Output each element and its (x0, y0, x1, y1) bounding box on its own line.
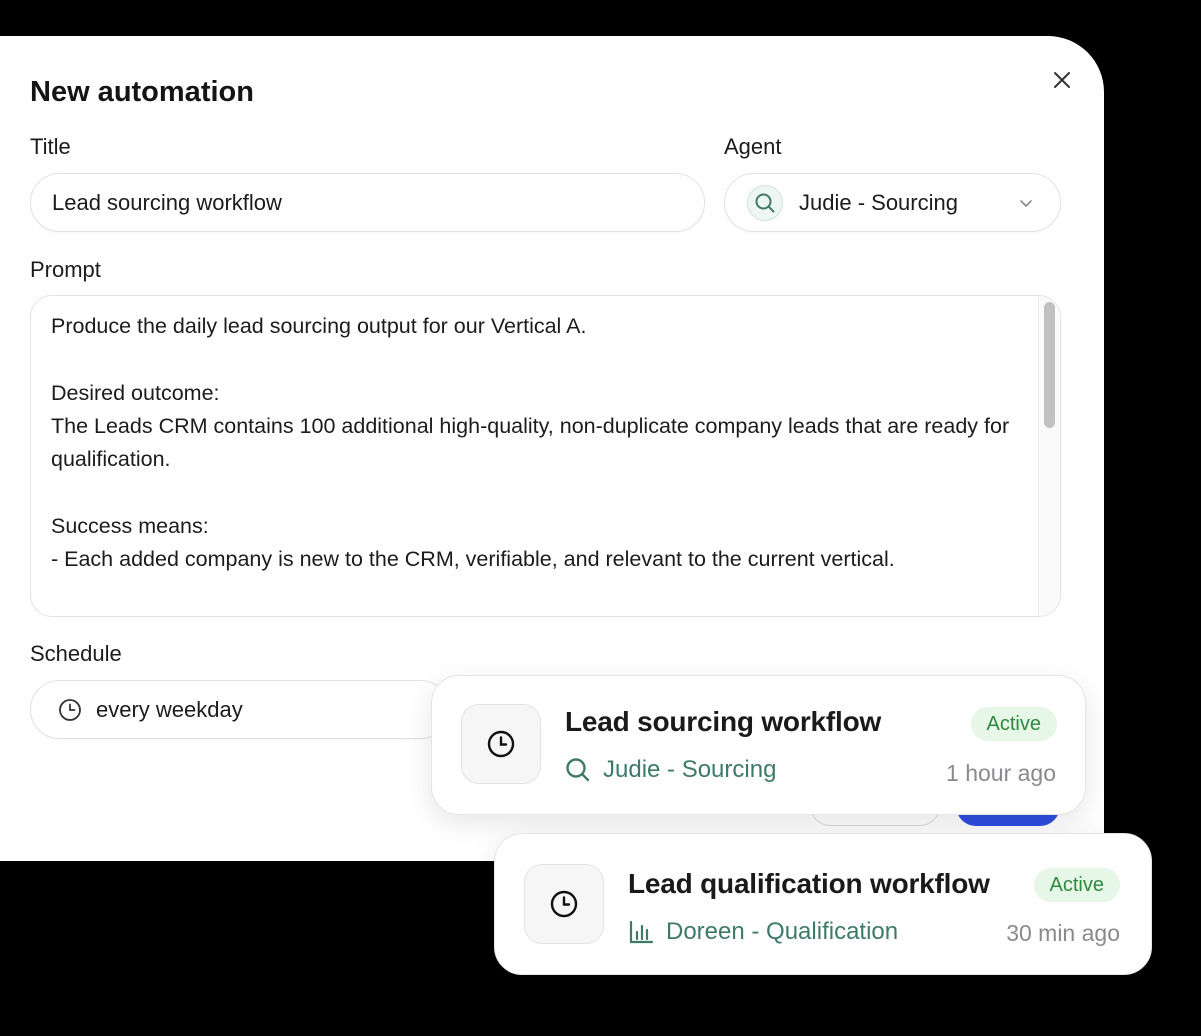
modal-title: New automation (30, 76, 254, 108)
schedule-label: Schedule (30, 641, 122, 666)
title-label: Title (30, 134, 71, 159)
search-icon (566, 758, 590, 782)
automation-card[interactable]: Lead qualification workflow Doreen - Qua… (494, 833, 1152, 975)
automation-icon-box (461, 704, 541, 784)
clock-icon (550, 890, 578, 918)
agent-select-value: Judie - Sourcing (799, 189, 958, 215)
automation-agent: Doreen - Qualification (628, 918, 898, 946)
status-badge: Active (970, 707, 1057, 741)
prompt-scrollbar-thumb[interactable] (1044, 302, 1055, 428)
automation-card[interactable]: Lead sourcing workflow Judie - Sourcing … (431, 675, 1086, 815)
bar-chart-icon (629, 920, 654, 944)
automation-time: 1 hour ago (946, 760, 1056, 786)
automation-agent-name: Judie - Sourcing (603, 756, 777, 783)
automation-title: Lead sourcing workflow (565, 706, 882, 737)
clock-icon (487, 730, 515, 758)
status-badge: Active (1033, 868, 1120, 902)
automation-icon-box (524, 864, 604, 944)
close-button[interactable] (1046, 64, 1078, 96)
automation-agent-name: Doreen - Qualification (666, 918, 899, 945)
agent-select[interactable]: Judie - Sourcing (724, 173, 1061, 232)
chevron-down-icon (1020, 200, 1032, 207)
agent-avatar (747, 184, 783, 221)
prompt-text: Produce the daily lead sourcing output f… (51, 314, 1010, 572)
prompt-scrollbar[interactable] (1038, 296, 1060, 616)
automation-time: 30 min ago (1006, 920, 1120, 946)
agent-label: Agent (724, 134, 782, 159)
title-input-value: Lead sourcing workflow (52, 189, 282, 215)
prompt-textarea[interactable]: Produce the daily lead sourcing output f… (30, 295, 1061, 617)
schedule-value: every weekday (96, 696, 243, 722)
schedule-input[interactable]: every weekday (30, 680, 450, 739)
title-input[interactable]: Lead sourcing workflow (30, 173, 705, 232)
clock-icon (59, 698, 81, 721)
automation-title: Lead qualification workflow (628, 868, 990, 899)
search-icon (755, 193, 775, 212)
prompt-label: Prompt (30, 257, 101, 282)
close-icon (1054, 72, 1070, 88)
automation-agent: Judie - Sourcing (565, 756, 776, 784)
